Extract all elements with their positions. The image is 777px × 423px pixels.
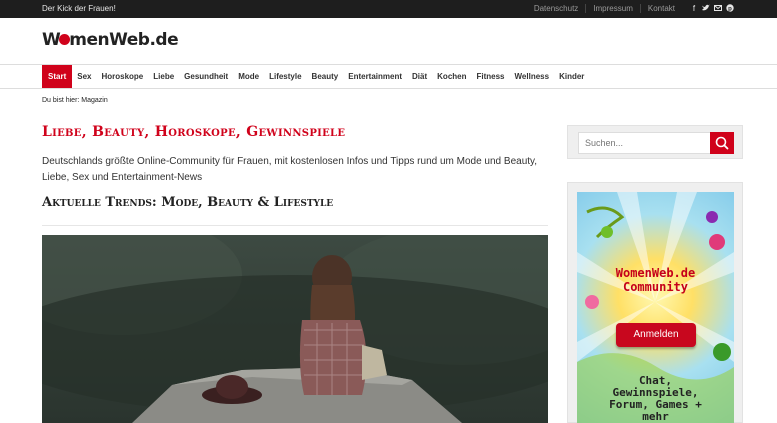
nav-item-wellness[interactable]: Wellness — [510, 65, 555, 88]
nav-item-diaet[interactable]: Diät — [407, 65, 432, 88]
logo-text-end: menWeb.de — [69, 30, 179, 50]
page-title: Liebe, Beauty, Horoskope, Gewinnspiele — [42, 124, 346, 140]
main-nav: Start Sex Horoskope Liebe Gesundheit Mod… — [0, 64, 777, 89]
search-widget — [567, 125, 743, 159]
nav-item-kochen[interactable]: Kochen — [432, 65, 471, 88]
search-input[interactable] — [578, 132, 712, 154]
nav-item-mode[interactable]: Mode — [233, 65, 264, 88]
nav-item-beauty[interactable]: Beauty — [307, 65, 344, 88]
facebook-icon[interactable]: f — [690, 4, 698, 14]
top-links: Datenschutz Impressum Kontakt — [527, 4, 682, 13]
community-ad[interactable]: WomenWeb.de Community Anmelden Chat, Gew… — [567, 182, 743, 423]
ad-bottom-line4: mehr — [642, 410, 669, 423]
twitter-icon[interactable] — [702, 4, 710, 14]
social-links: f p — [690, 4, 734, 14]
site-header: WmenWeb.de — [0, 18, 777, 65]
logo-dot-icon — [59, 33, 71, 45]
nav-item-horoskope[interactable]: Horoskope — [96, 65, 148, 88]
tagline: Der Kick der Frauen! — [42, 4, 116, 13]
ad-title-line1: WomenWeb.de — [615, 266, 696, 280]
nav-item-fitness[interactable]: Fitness — [472, 65, 510, 88]
site-logo[interactable]: WmenWeb.de — [42, 30, 179, 50]
logo-text-start: W — [42, 30, 61, 50]
link-kontakt[interactable]: Kontakt — [639, 4, 682, 13]
link-impressum[interactable]: Impressum — [585, 4, 640, 13]
search-icon — [715, 136, 729, 150]
top-bar: Der Kick der Frauen! Datenschutz Impress… — [0, 0, 777, 18]
link-datenschutz[interactable]: Datenschutz — [527, 4, 585, 13]
nav-item-start[interactable]: Start — [42, 65, 73, 88]
mail-icon[interactable] — [714, 4, 722, 14]
ad-title-line2: Community — [622, 280, 689, 294]
svg-text:p: p — [728, 6, 732, 12]
breadcrumb: Du bist hier: Magazin — [42, 97, 108, 104]
nav-item-gesundheit[interactable]: Gesundheit — [179, 65, 233, 88]
hero-image[interactable] — [42, 235, 548, 423]
intro-text: Deutschlands größte Online-Community für… — [42, 156, 538, 183]
hero-illustration — [42, 235, 548, 423]
divider — [42, 225, 548, 226]
nav-item-entertainment[interactable]: Entertainment — [343, 65, 407, 88]
ad-banner: WomenWeb.de Community Anmelden Chat, Gew… — [577, 192, 734, 423]
nav-item-lifestyle[interactable]: Lifestyle — [264, 65, 306, 88]
nav-item-sex[interactable]: Sex — [72, 65, 96, 88]
nav-item-liebe[interactable]: Liebe — [148, 65, 179, 88]
pinterest-icon[interactable]: p — [726, 4, 734, 14]
section-title: Aktuelle Trends: Mode, Beauty & Lifestyl… — [42, 195, 334, 210]
nav-item-kinder[interactable]: Kinder — [554, 65, 589, 88]
search-button[interactable] — [710, 132, 734, 154]
ad-signup-button[interactable]: Anmelden — [616, 323, 696, 347]
